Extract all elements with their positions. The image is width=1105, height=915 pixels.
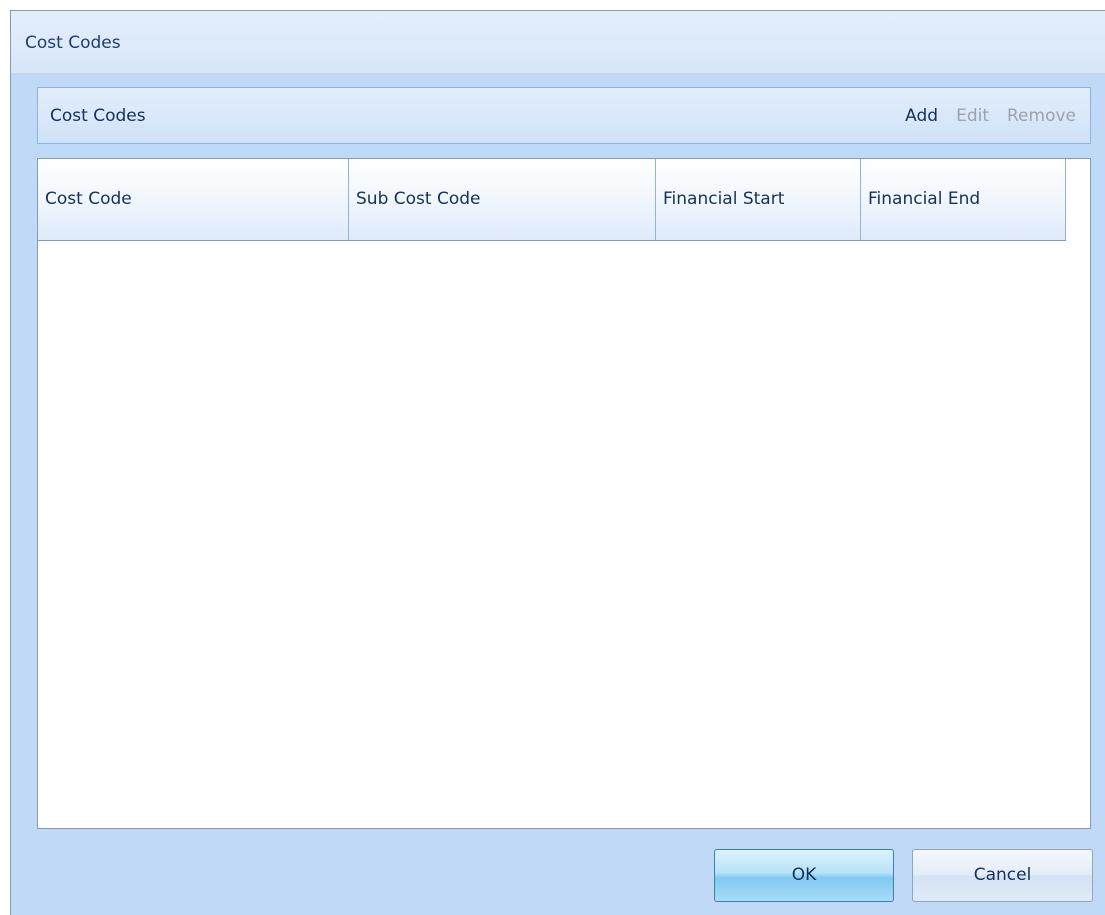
panel-title: Cost Codes [50, 106, 146, 126]
title-bar: Cost Codes [11, 11, 1105, 74]
cost-codes-dialog: Cost Codes Cost Codes Add Edit Remove Co… [10, 10, 1105, 915]
cost-codes-panel-header: Cost Codes Add Edit Remove [37, 87, 1091, 144]
cost-codes-grid[interactable]: Cost Code Sub Cost Code Financial Start … [37, 158, 1091, 829]
column-header-sub-cost-code[interactable]: Sub Cost Code [349, 159, 656, 240]
ok-button[interactable]: OK [714, 849, 894, 902]
column-header-cost-code[interactable]: Cost Code [38, 159, 349, 240]
add-button[interactable]: Add [905, 106, 938, 126]
remove-button[interactable]: Remove [1007, 106, 1076, 126]
grid-header: Cost Code Sub Cost Code Financial Start … [38, 159, 1066, 241]
window-title: Cost Codes [25, 33, 121, 53]
column-header-financial-start[interactable]: Financial Start [656, 159, 861, 240]
grid-body[interactable] [38, 241, 1090, 828]
column-header-financial-end[interactable]: Financial End [861, 159, 1066, 240]
cancel-button[interactable]: Cancel [912, 849, 1093, 902]
panel-actions: Add Edit Remove [905, 106, 1076, 126]
edit-button[interactable]: Edit [956, 106, 989, 126]
